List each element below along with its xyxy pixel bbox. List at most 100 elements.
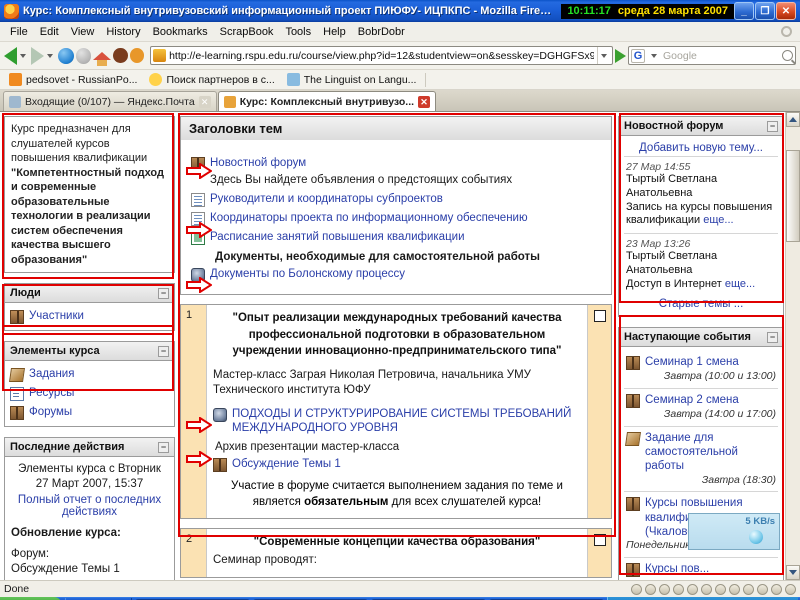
yandex-icon bbox=[9, 95, 21, 108]
bookmark-the-linguist[interactable]: The Linguist on Langu... bbox=[282, 72, 422, 87]
bobrdobr-icon[interactable] bbox=[113, 48, 128, 63]
topic1-resource-link[interactable]: ПОДХОДЫ И СТРУКТУРИРОВАНИЕ СИСТЕМЫ ТРЕБО… bbox=[213, 405, 581, 438]
menu-edit[interactable]: Edit bbox=[34, 24, 65, 40]
home-icon[interactable] bbox=[93, 51, 111, 66]
scrollbar-thumb[interactable] bbox=[786, 150, 800, 242]
news-subject-text: Доступ в Интернет bbox=[626, 277, 722, 290]
collapse-icon[interactable]: − bbox=[158, 345, 169, 357]
reload-icon[interactable] bbox=[58, 47, 74, 64]
document-icon bbox=[191, 192, 205, 207]
topic-checkbox-icon[interactable] bbox=[593, 309, 606, 322]
news-more-link[interactable]: еще... bbox=[725, 278, 755, 290]
recent-forum-topic-link[interactable]: Обсуждение Темы 1 bbox=[11, 562, 168, 577]
window-title: Курс: Комплексный внутривузовский информ… bbox=[23, 5, 552, 17]
forward-button[interactable] bbox=[31, 46, 56, 65]
tab-yandex-mail[interactable]: Входящие (0/107) — Яндекс.Почта ✕ bbox=[3, 91, 217, 111]
status-icon[interactable] bbox=[715, 583, 726, 595]
menu-help[interactable]: Help bbox=[317, 24, 352, 40]
firefox-icon bbox=[4, 3, 19, 19]
event-link[interactable]: Курсы пов... bbox=[626, 562, 776, 578]
event-link[interactable]: Семинар 2 смена bbox=[626, 393, 776, 408]
resource-icon bbox=[10, 387, 24, 402]
bookmark-label: Поиск партнеров в с... bbox=[166, 73, 275, 86]
collapse-icon[interactable]: − bbox=[158, 441, 169, 453]
chevron-down-icon bbox=[601, 53, 608, 58]
people-block-body: Участники bbox=[5, 303, 174, 330]
status-icon[interactable] bbox=[659, 583, 670, 595]
status-icon[interactable] bbox=[729, 583, 740, 595]
forum-icon bbox=[213, 457, 227, 472]
activity-link-bologna-docs[interactable]: Документы по Болонскому процессу bbox=[191, 265, 601, 284]
menu-file[interactable]: File bbox=[4, 24, 34, 40]
chevron-down-icon[interactable] bbox=[651, 53, 658, 58]
upcoming-events-title: Наступающие события bbox=[624, 331, 751, 344]
search-icon[interactable] bbox=[782, 50, 794, 61]
tab-label: Курс: Комплексный внутривузо... bbox=[239, 95, 415, 108]
tab-label: Входящие (0/107) — Яндекс.Почта bbox=[25, 95, 195, 108]
menu-history[interactable]: History bbox=[100, 24, 146, 40]
activity-link-schedule[interactable]: Расписание занятий повышения квалификаци… bbox=[191, 228, 601, 247]
activity-link-label: Новостной форум bbox=[210, 157, 307, 169]
collapse-icon[interactable]: − bbox=[158, 287, 169, 299]
topic-highlight-toggle[interactable] bbox=[587, 528, 611, 577]
status-icon[interactable] bbox=[701, 583, 712, 595]
chevron-up-icon bbox=[789, 117, 797, 122]
scroll-down-button[interactable] bbox=[786, 565, 800, 580]
status-icon[interactable] bbox=[645, 583, 656, 595]
address-bar[interactable]: http://e-learning.rspu.edu.ru/course/vie… bbox=[150, 46, 614, 65]
collapse-icon[interactable]: − bbox=[767, 120, 778, 132]
event-link[interactable]: Семинар 1 смена bbox=[626, 355, 776, 371]
status-icon[interactable] bbox=[687, 583, 698, 595]
address-history-dropdown[interactable] bbox=[597, 47, 610, 64]
activity-link-coordinators[interactable]: Координаторы проекта по информационному … bbox=[191, 209, 601, 228]
menu-view[interactable]: View bbox=[65, 24, 101, 40]
download-speed-popup[interactable]: 5 KB/s bbox=[688, 513, 780, 550]
sidebar-item-assignments[interactable]: Задания bbox=[9, 365, 169, 384]
people-icon bbox=[10, 310, 24, 325]
collapse-icon[interactable]: − bbox=[767, 331, 778, 343]
back-button[interactable] bbox=[4, 46, 29, 65]
sidebar-item-resources[interactable]: Ресурсы bbox=[10, 384, 169, 403]
scroll-up-button[interactable] bbox=[786, 112, 800, 127]
activity-link-leaders[interactable]: Руководители и координаторы субпроектов bbox=[191, 190, 601, 209]
topic-checkbox-icon[interactable] bbox=[593, 533, 606, 546]
stop-icon[interactable] bbox=[75, 47, 91, 64]
status-icon[interactable] bbox=[771, 583, 782, 595]
search-bar[interactable]: G Google bbox=[628, 46, 797, 65]
menu-bobrdobr[interactable]: BobrDobr bbox=[352, 24, 411, 40]
bookmark-poisk-partnerov[interactable]: Поиск партнеров в с... bbox=[144, 72, 279, 87]
add-new-topic-link[interactable]: Добавить новую тему... bbox=[624, 140, 778, 156]
close-button[interactable]: ✕ bbox=[776, 2, 796, 20]
event-link[interactable]: Задание для самостоятельной работы bbox=[625, 431, 776, 474]
status-icon[interactable] bbox=[673, 583, 684, 595]
recent-full-report-link[interactable]: Полный отчет о последних действиях bbox=[11, 492, 168, 520]
old-topics-link[interactable]: Старые темы ... bbox=[624, 296, 778, 312]
topic-highlight-toggle[interactable] bbox=[587, 304, 611, 518]
document-icon bbox=[191, 211, 205, 226]
page-scrollbar[interactable] bbox=[785, 112, 800, 580]
sidebar-item-forums[interactable]: Форумы bbox=[10, 403, 169, 422]
minimize-button[interactable]: _ bbox=[734, 2, 754, 20]
menu-tools[interactable]: Tools bbox=[279, 24, 317, 40]
tab-moodle-course[interactable]: Курс: Комплексный внутривузо... ✕ bbox=[217, 91, 437, 111]
status-icon[interactable] bbox=[757, 583, 768, 595]
activity-link-label: Расписание занятий повышения квалификаци… bbox=[210, 230, 465, 243]
bookmark-pedsovet[interactable]: pedsovet - RussianPo... bbox=[4, 72, 142, 87]
status-icon[interactable] bbox=[631, 583, 642, 595]
tab-close-icon[interactable]: ✕ bbox=[418, 95, 431, 108]
status-icon[interactable] bbox=[743, 583, 754, 595]
topic1-resource-caption: Архив презентации мастер-класса bbox=[215, 440, 400, 453]
scrapbook-icon[interactable] bbox=[129, 48, 145, 63]
tab-close-icon[interactable]: ✕ bbox=[198, 95, 211, 108]
menu-bookmarks[interactable]: Bookmarks bbox=[147, 24, 214, 40]
menu-scrapbook[interactable]: ScrapBook bbox=[214, 24, 280, 40]
topic1-forum-link[interactable]: Обсуждение Темы 1 bbox=[213, 455, 581, 474]
forum-icon bbox=[626, 563, 640, 578]
restore-button[interactable]: ❐ bbox=[755, 2, 775, 20]
search-input[interactable]: Google bbox=[663, 50, 779, 62]
go-button[interactable] bbox=[615, 48, 627, 63]
activity-link-news-forum[interactable]: Новостной форум bbox=[191, 154, 601, 173]
sidebar-item-participants[interactable]: Участники bbox=[10, 307, 169, 326]
security-lock-icon[interactable] bbox=[785, 583, 796, 595]
news-more-link[interactable]: еще... bbox=[703, 214, 733, 226]
